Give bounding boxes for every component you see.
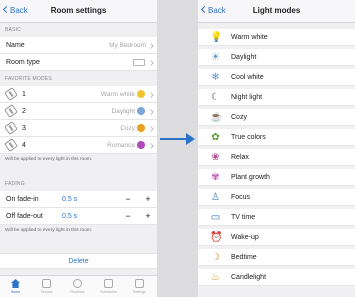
light-mode-item[interactable]: ♙ Focus bbox=[198, 189, 355, 206]
section-header-favorite-modes: FAVORITE MODES bbox=[5, 76, 52, 82]
fade-out-decrease-button[interactable]: − bbox=[122, 211, 134, 222]
light-mode-label: Cool white bbox=[231, 74, 264, 81]
favorite-mode-row[interactable]: 2 Daylight bbox=[0, 103, 157, 120]
light-mode-item[interactable]: ☀ Daylight bbox=[198, 49, 355, 66]
bulb-icon bbox=[137, 90, 145, 98]
delete-button[interactable]: Delete bbox=[0, 253, 157, 269]
chevron-right-icon bbox=[148, 109, 154, 115]
light-mode-item[interactable]: ▭ TV time bbox=[198, 209, 355, 226]
cozy-icon bbox=[137, 124, 145, 132]
fading-note: Will be applied to every light in this r… bbox=[5, 228, 93, 233]
sun-icon: ☀ bbox=[211, 52, 220, 63]
light-mode-item[interactable]: ☽ Bedtime bbox=[198, 249, 355, 266]
light-bulb-icon bbox=[4, 138, 18, 152]
light-bulb-icon bbox=[4, 104, 18, 118]
snowflake-icon: ❄ bbox=[211, 72, 220, 83]
lightbulb-icon: 💡 bbox=[210, 32, 223, 43]
camera-icon bbox=[42, 279, 51, 288]
wake-icon: ⏰ bbox=[210, 232, 223, 243]
back-button[interactable]: Back bbox=[2, 5, 28, 16]
light-mode-label: Daylight bbox=[231, 54, 257, 61]
tab-schedules[interactable]: Schedules bbox=[93, 276, 124, 297]
light-modes-screen: Back Light modes 💡 Warm white ☀ Daylight ❄ Co… bbox=[198, 0, 355, 297]
light-mode-label: Focus bbox=[231, 194, 251, 201]
fade-in-value: 0.5 s bbox=[62, 196, 78, 203]
light-mode-item[interactable]: ☾ Night light bbox=[198, 89, 355, 106]
cozy-icon: ☕ bbox=[210, 112, 223, 123]
section-header-fading: FADING bbox=[5, 181, 25, 187]
bed-icon bbox=[133, 59, 145, 66]
light-mode-item[interactable]: ✿ True colors bbox=[198, 129, 355, 146]
tab-scenes[interactable]: Scenes bbox=[31, 276, 62, 297]
list-icon bbox=[135, 279, 144, 288]
calendar-icon bbox=[104, 279, 113, 288]
light-mode-item[interactable]: 💡 Warm white bbox=[198, 29, 355, 46]
chevron-right-icon bbox=[148, 60, 154, 66]
fade-out-label: Off fade-out bbox=[6, 213, 43, 220]
lotus-icon: ❀ bbox=[211, 152, 220, 163]
light-mode-label: Warm white bbox=[231, 34, 268, 41]
name-row[interactable]: Name My Bedroom bbox=[0, 37, 157, 54]
fade-in-increase-button[interactable]: + bbox=[142, 194, 154, 205]
light-mode-label: Wake-up bbox=[231, 234, 259, 241]
routine-icon bbox=[73, 279, 82, 288]
favorite-mode-row[interactable]: 3 Cozy bbox=[0, 120, 157, 137]
candle-icon: ♨ bbox=[211, 272, 220, 283]
fade-in-decrease-button[interactable]: − bbox=[122, 194, 134, 205]
room-settings-screen: Back Room settings BASIC Name My Bedroom… bbox=[0, 0, 157, 297]
back-button[interactable]: Back bbox=[200, 5, 226, 16]
chevron-right-icon bbox=[148, 143, 154, 149]
bed-icon: ☽ bbox=[211, 252, 220, 263]
light-mode-item[interactable]: ♨ Candlelight bbox=[198, 269, 355, 286]
favorite-mode-row[interactable]: 1 Warm white bbox=[0, 86, 157, 103]
chevron-left-icon bbox=[200, 5, 209, 14]
light-mode-label: Candlelight bbox=[231, 274, 267, 281]
arrow-right-icon bbox=[186, 133, 195, 145]
nav-bar: Back Room settings bbox=[0, 0, 157, 23]
tab-bar: Home Scenes Routines Schedules Settings bbox=[0, 275, 157, 297]
chevron-right-icon bbox=[148, 126, 154, 132]
light-mode-label: TV time bbox=[231, 214, 256, 221]
fade-out-value: 0.5 s bbox=[62, 213, 78, 220]
fade-in-label: On fade-in bbox=[6, 196, 39, 203]
light-mode-label: True colors bbox=[231, 134, 266, 141]
light-mode-label: Bedtime bbox=[231, 254, 257, 261]
section-header-basic: BASIC bbox=[5, 27, 22, 33]
light-mode-item[interactable]: ❄ Cool white bbox=[198, 69, 355, 86]
home-icon bbox=[11, 279, 20, 288]
chevron-right-icon bbox=[148, 43, 154, 49]
romance-icon bbox=[137, 141, 145, 149]
light-bulb-icon bbox=[4, 121, 18, 135]
palette-icon: ✿ bbox=[211, 132, 220, 143]
moon-icon: ☾ bbox=[211, 92, 220, 103]
chevron-right-icon bbox=[148, 92, 154, 98]
fade-out-increase-button[interactable]: + bbox=[142, 211, 154, 222]
light-bulb-icon bbox=[4, 87, 18, 101]
focus-icon: ♙ bbox=[211, 192, 220, 203]
fade-out-row: Off fade-out 0.5 s − + bbox=[0, 208, 157, 225]
fade-in-row: On fade-in 0.5 s − + bbox=[0, 191, 157, 208]
favorite-mode-row[interactable]: 4 Romance bbox=[0, 137, 157, 154]
plant-icon: ✾ bbox=[211, 172, 220, 183]
nav-bar: Back Light modes bbox=[198, 0, 355, 23]
name-label: Name bbox=[6, 42, 25, 49]
room-type-row[interactable]: Room type bbox=[0, 54, 157, 71]
tab-routines[interactable]: Routines bbox=[62, 276, 93, 297]
tab-home[interactable]: Home bbox=[0, 276, 31, 297]
name-value: My Bedroom bbox=[109, 42, 146, 49]
tv-icon: ▭ bbox=[210, 212, 221, 223]
light-mode-label: Plant growth bbox=[231, 174, 270, 181]
chevron-left-icon bbox=[2, 5, 11, 14]
room-type-label: Room type bbox=[6, 59, 40, 66]
light-mode-item[interactable]: ✾ Plant growth bbox=[198, 169, 355, 186]
sun-icon bbox=[137, 107, 145, 115]
light-mode-item[interactable]: ❀ Relax bbox=[198, 149, 355, 166]
light-mode-label: Relax bbox=[231, 154, 249, 161]
favorites-note: Will be applied to every light in this r… bbox=[5, 157, 93, 162]
light-mode-label: Cozy bbox=[231, 114, 247, 121]
light-mode-item[interactable]: ☕ Cozy bbox=[198, 109, 355, 126]
light-mode-item[interactable]: ⏰ Wake-up bbox=[198, 229, 355, 246]
tab-settings[interactable]: Settings bbox=[124, 276, 155, 297]
light-mode-label: Night light bbox=[231, 94, 263, 101]
